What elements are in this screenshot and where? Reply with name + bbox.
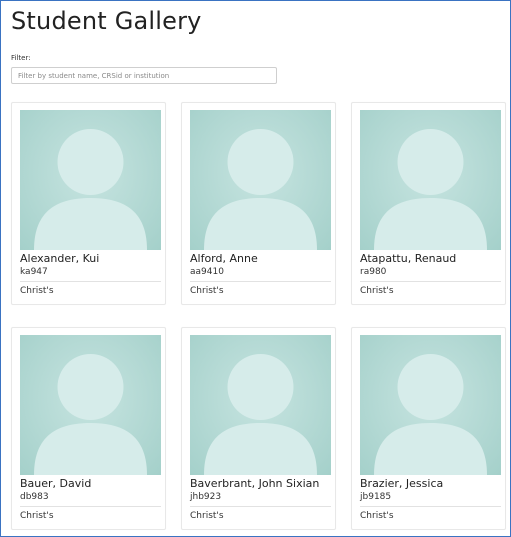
- default-avatar-icon: [190, 335, 331, 475]
- page-title: Student Gallery: [11, 7, 202, 35]
- student-card[interactable]: Alexander, Kui ka947 Christ's: [11, 102, 166, 305]
- card-divider: [190, 281, 331, 282]
- default-avatar-icon: [190, 110, 331, 250]
- default-avatar-icon: [360, 335, 501, 475]
- page-frame: Student Gallery Filter: Alexander, Kui k…: [0, 0, 511, 537]
- student-card[interactable]: Baverbrant, John Sixian jhb923 Christ's: [181, 327, 336, 530]
- student-crsid: jb9185: [360, 492, 392, 502]
- student-crsid: jhb923: [190, 492, 222, 502]
- student-college: Christ's: [360, 511, 394, 521]
- student-crsid: ra980: [360, 267, 387, 277]
- card-divider: [360, 281, 501, 282]
- student-name[interactable]: Alford, Anne: [190, 252, 258, 265]
- student-card[interactable]: Brazier, Jessica jb9185 Christ's: [351, 327, 506, 530]
- student-card[interactable]: Bauer, David db983 Christ's: [11, 327, 166, 530]
- student-card[interactable]: Atapattu, Renaud ra980 Christ's: [351, 102, 506, 305]
- card-divider: [20, 281, 161, 282]
- student-card[interactable]: Alford, Anne aa9410 Christ's: [181, 102, 336, 305]
- student-college: Christ's: [360, 286, 394, 296]
- student-crsid: aa9410: [190, 267, 224, 277]
- student-college: Christ's: [20, 511, 54, 521]
- student-crsid: db983: [20, 492, 49, 502]
- student-name[interactable]: Atapattu, Renaud: [360, 252, 456, 265]
- card-divider: [20, 506, 161, 507]
- card-divider: [190, 506, 331, 507]
- student-college: Christ's: [190, 511, 224, 521]
- default-avatar-icon: [20, 110, 161, 250]
- student-name[interactable]: Alexander, Kui: [20, 252, 99, 265]
- filter-input[interactable]: [11, 67, 277, 84]
- default-avatar-icon: [360, 110, 501, 250]
- student-crsid: ka947: [20, 267, 48, 277]
- student-name[interactable]: Baverbrant, John Sixian: [190, 477, 319, 490]
- student-college: Christ's: [20, 286, 54, 296]
- student-name[interactable]: Bauer, David: [20, 477, 91, 490]
- card-divider: [360, 506, 501, 507]
- student-college: Christ's: [190, 286, 224, 296]
- default-avatar-icon: [20, 335, 161, 475]
- filter-label: Filter:: [11, 54, 31, 62]
- student-name[interactable]: Brazier, Jessica: [360, 477, 443, 490]
